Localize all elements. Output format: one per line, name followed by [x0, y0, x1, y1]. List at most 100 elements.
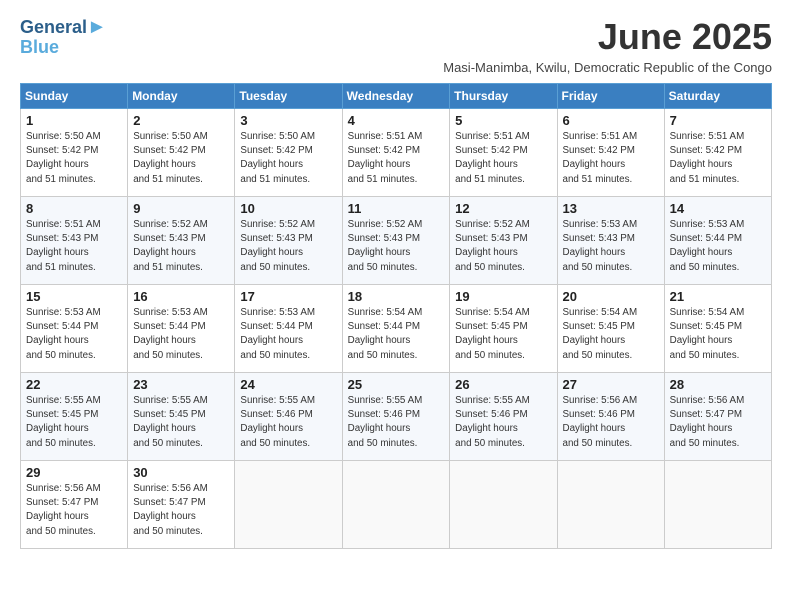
- calendar-cell: 27 Sunrise: 5:56 AM Sunset: 5:46 PM Dayl…: [557, 373, 664, 461]
- day-number: 4: [348, 113, 445, 128]
- day-info: Sunrise: 5:53 AM Sunset: 5:44 PM Dayligh…: [240, 306, 336, 363]
- day-info: Sunrise: 5:53 AM Sunset: 5:44 PM Dayligh…: [26, 306, 122, 363]
- day-info: Sunrise: 5:56 AM Sunset: 5:46 PM Dayligh…: [563, 394, 659, 451]
- calendar-cell: 15 Sunrise: 5:53 AM Sunset: 5:44 PM Dayl…: [21, 285, 128, 373]
- day-info: Sunrise: 5:54 AM Sunset: 5:45 PM Dayligh…: [455, 306, 551, 363]
- calendar-header-row: Sunday Monday Tuesday Wednesday Thursday…: [21, 84, 772, 109]
- day-number: 12: [455, 201, 551, 216]
- calendar-cell: [450, 461, 557, 549]
- day-number: 17: [240, 289, 336, 304]
- day-number: 1: [26, 113, 122, 128]
- day-info: Sunrise: 5:56 AM Sunset: 5:47 PM Dayligh…: [26, 482, 122, 539]
- day-number: 14: [670, 201, 766, 216]
- day-number: 10: [240, 201, 336, 216]
- calendar-cell: [664, 461, 771, 549]
- calendar-cell: 5 Sunrise: 5:51 AM Sunset: 5:42 PM Dayli…: [450, 109, 557, 197]
- calendar-cell: 30 Sunrise: 5:56 AM Sunset: 5:47 PM Dayl…: [128, 461, 235, 549]
- day-number: 29: [26, 465, 122, 480]
- day-number: 6: [563, 113, 659, 128]
- col-monday: Monday: [128, 84, 235, 109]
- col-tuesday: Tuesday: [235, 84, 342, 109]
- calendar-cell: 25 Sunrise: 5:55 AM Sunset: 5:46 PM Dayl…: [342, 373, 450, 461]
- calendar-cell: [342, 461, 450, 549]
- calendar-cell: 19 Sunrise: 5:54 AM Sunset: 5:45 PM Dayl…: [450, 285, 557, 373]
- col-friday: Friday: [557, 84, 664, 109]
- day-info: Sunrise: 5:54 AM Sunset: 5:45 PM Dayligh…: [670, 306, 766, 363]
- day-number: 21: [670, 289, 766, 304]
- calendar-cell: 14 Sunrise: 5:53 AM Sunset: 5:44 PM Dayl…: [664, 197, 771, 285]
- day-info: Sunrise: 5:53 AM Sunset: 5:44 PM Dayligh…: [133, 306, 229, 363]
- calendar-week-row: 1 Sunrise: 5:50 AM Sunset: 5:42 PM Dayli…: [21, 109, 772, 197]
- day-info: Sunrise: 5:51 AM Sunset: 5:42 PM Dayligh…: [455, 130, 551, 187]
- day-info: Sunrise: 5:55 AM Sunset: 5:45 PM Dayligh…: [26, 394, 122, 451]
- calendar-week-row: 8 Sunrise: 5:51 AM Sunset: 5:43 PM Dayli…: [21, 197, 772, 285]
- day-info: Sunrise: 5:51 AM Sunset: 5:42 PM Dayligh…: [348, 130, 445, 187]
- calendar-week-row: 15 Sunrise: 5:53 AM Sunset: 5:44 PM Dayl…: [21, 285, 772, 373]
- day-number: 28: [670, 377, 766, 392]
- header: General►Blue June 2025 Masi-Manimba, Kwi…: [20, 16, 772, 75]
- calendar-cell: 20 Sunrise: 5:54 AM Sunset: 5:45 PM Dayl…: [557, 285, 664, 373]
- calendar-cell: 28 Sunrise: 5:56 AM Sunset: 5:47 PM Dayl…: [664, 373, 771, 461]
- calendar-cell: 9 Sunrise: 5:52 AM Sunset: 5:43 PM Dayli…: [128, 197, 235, 285]
- day-number: 25: [348, 377, 445, 392]
- day-info: Sunrise: 5:50 AM Sunset: 5:42 PM Dayligh…: [240, 130, 336, 187]
- day-number: 11: [348, 201, 445, 216]
- calendar-cell: 21 Sunrise: 5:54 AM Sunset: 5:45 PM Dayl…: [664, 285, 771, 373]
- day-info: Sunrise: 5:56 AM Sunset: 5:47 PM Dayligh…: [670, 394, 766, 451]
- day-number: 2: [133, 113, 229, 128]
- day-info: Sunrise: 5:52 AM Sunset: 5:43 PM Dayligh…: [455, 218, 551, 275]
- calendar-cell: 23 Sunrise: 5:55 AM Sunset: 5:45 PM Dayl…: [128, 373, 235, 461]
- day-number: 27: [563, 377, 659, 392]
- page: General►Blue June 2025 Masi-Manimba, Kwi…: [0, 0, 792, 612]
- day-number: 5: [455, 113, 551, 128]
- calendar-cell: [235, 461, 342, 549]
- calendar-cell: 10 Sunrise: 5:52 AM Sunset: 5:43 PM Dayl…: [235, 197, 342, 285]
- day-info: Sunrise: 5:53 AM Sunset: 5:44 PM Dayligh…: [670, 218, 766, 275]
- calendar-cell: 12 Sunrise: 5:52 AM Sunset: 5:43 PM Dayl…: [450, 197, 557, 285]
- day-info: Sunrise: 5:51 AM Sunset: 5:42 PM Dayligh…: [563, 130, 659, 187]
- calendar-cell: [557, 461, 664, 549]
- day-info: Sunrise: 5:52 AM Sunset: 5:43 PM Dayligh…: [133, 218, 229, 275]
- subtitle: Masi-Manimba, Kwilu, Democratic Republic…: [443, 60, 772, 75]
- calendar-cell: 24 Sunrise: 5:55 AM Sunset: 5:46 PM Dayl…: [235, 373, 342, 461]
- calendar-week-row: 29 Sunrise: 5:56 AM Sunset: 5:47 PM Dayl…: [21, 461, 772, 549]
- day-info: Sunrise: 5:55 AM Sunset: 5:45 PM Dayligh…: [133, 394, 229, 451]
- day-info: Sunrise: 5:52 AM Sunset: 5:43 PM Dayligh…: [240, 218, 336, 275]
- day-number: 20: [563, 289, 659, 304]
- day-number: 16: [133, 289, 229, 304]
- day-info: Sunrise: 5:52 AM Sunset: 5:43 PM Dayligh…: [348, 218, 445, 275]
- calendar-cell: 6 Sunrise: 5:51 AM Sunset: 5:42 PM Dayli…: [557, 109, 664, 197]
- calendar-cell: 2 Sunrise: 5:50 AM Sunset: 5:42 PM Dayli…: [128, 109, 235, 197]
- day-info: Sunrise: 5:54 AM Sunset: 5:44 PM Dayligh…: [348, 306, 445, 363]
- calendar-cell: 18 Sunrise: 5:54 AM Sunset: 5:44 PM Dayl…: [342, 285, 450, 373]
- col-wednesday: Wednesday: [342, 84, 450, 109]
- title-block: June 2025 Masi-Manimba, Kwilu, Democrati…: [443, 16, 772, 75]
- calendar-cell: 17 Sunrise: 5:53 AM Sunset: 5:44 PM Dayl…: [235, 285, 342, 373]
- calendar-cell: 11 Sunrise: 5:52 AM Sunset: 5:43 PM Dayl…: [342, 197, 450, 285]
- calendar-table: Sunday Monday Tuesday Wednesday Thursday…: [20, 83, 772, 549]
- calendar-cell: 22 Sunrise: 5:55 AM Sunset: 5:45 PM Dayl…: [21, 373, 128, 461]
- logo-text: General►Blue: [20, 16, 107, 58]
- day-number: 23: [133, 377, 229, 392]
- day-number: 9: [133, 201, 229, 216]
- logo: General►Blue: [20, 16, 107, 58]
- day-number: 19: [455, 289, 551, 304]
- col-saturday: Saturday: [664, 84, 771, 109]
- calendar-cell: 29 Sunrise: 5:56 AM Sunset: 5:47 PM Dayl…: [21, 461, 128, 549]
- day-number: 13: [563, 201, 659, 216]
- day-number: 22: [26, 377, 122, 392]
- day-number: 26: [455, 377, 551, 392]
- day-number: 8: [26, 201, 122, 216]
- day-number: 18: [348, 289, 445, 304]
- day-info: Sunrise: 5:56 AM Sunset: 5:47 PM Dayligh…: [133, 482, 229, 539]
- day-info: Sunrise: 5:50 AM Sunset: 5:42 PM Dayligh…: [133, 130, 229, 187]
- calendar-week-row: 22 Sunrise: 5:55 AM Sunset: 5:45 PM Dayl…: [21, 373, 772, 461]
- col-sunday: Sunday: [21, 84, 128, 109]
- col-thursday: Thursday: [450, 84, 557, 109]
- calendar-cell: 3 Sunrise: 5:50 AM Sunset: 5:42 PM Dayli…: [235, 109, 342, 197]
- calendar-cell: 26 Sunrise: 5:55 AM Sunset: 5:46 PM Dayl…: [450, 373, 557, 461]
- day-info: Sunrise: 5:55 AM Sunset: 5:46 PM Dayligh…: [240, 394, 336, 451]
- calendar-cell: 4 Sunrise: 5:51 AM Sunset: 5:42 PM Dayli…: [342, 109, 450, 197]
- day-number: 15: [26, 289, 122, 304]
- calendar-cell: 16 Sunrise: 5:53 AM Sunset: 5:44 PM Dayl…: [128, 285, 235, 373]
